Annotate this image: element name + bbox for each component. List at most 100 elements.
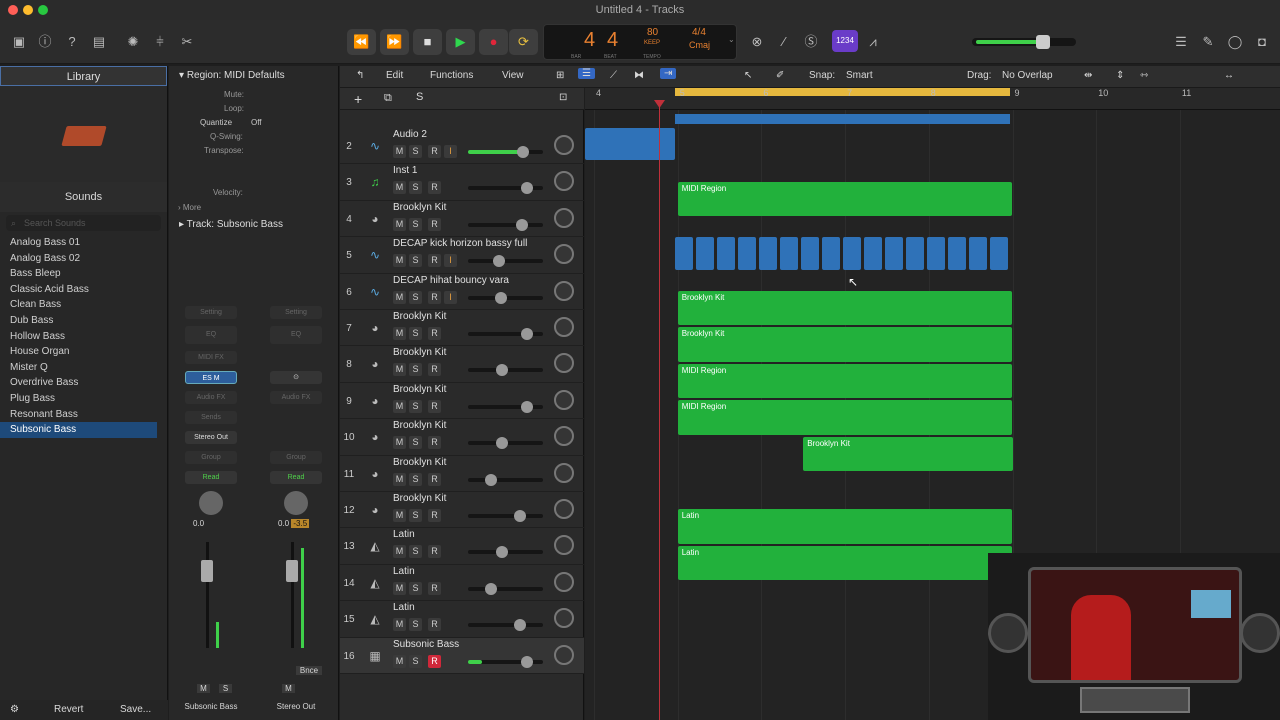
global-solo-icon[interactable]: S [416, 91, 423, 103]
record-enable-button[interactable]: R [428, 654, 441, 668]
mute-button[interactable]: M [393, 399, 406, 413]
cycle-range[interactable] [675, 88, 1010, 96]
track-header[interactable]: 2 ∿ Audio 2 MSRI [340, 128, 584, 165]
record-button[interactable]: ● [479, 29, 508, 55]
mute-button[interactable]: M [393, 581, 406, 595]
pan-knob[interactable] [554, 608, 574, 629]
mute-button[interactable]: M [393, 217, 406, 231]
volume-slider[interactable] [468, 218, 543, 231]
midi-region[interactable]: MIDI Region [677, 400, 1013, 435]
mute-button[interactable]: M [393, 654, 406, 668]
audio-region[interactable] [990, 237, 1008, 270]
rewind-button[interactable]: ⏪ [347, 29, 376, 55]
eq-slot[interactable]: EQ [185, 326, 237, 344]
solo-button[interactable]: S [409, 581, 422, 595]
pan-knob[interactable] [554, 644, 574, 665]
record-enable-button[interactable]: R [428, 472, 441, 486]
fit-horizontal-icon[interactable]: ⇿ [1140, 70, 1148, 81]
audio-region[interactable] [822, 237, 840, 270]
audio-region[interactable] [906, 237, 924, 270]
audio-region[interactable] [696, 237, 714, 270]
mute-button[interactable]: M [393, 363, 406, 377]
solo-button[interactable]: S [219, 684, 232, 693]
solo-button[interactable]: S [409, 472, 422, 486]
solo-button[interactable]: S [409, 654, 422, 668]
audio-region[interactable] [864, 237, 882, 270]
track-header[interactable]: 9 ◕ Brooklyn Kit M S R [340, 383, 584, 420]
solo-button[interactable]: S [409, 545, 422, 559]
track-header[interactable]: 5 ∿ DECAP kick horizon bassy full M S R I [340, 237, 584, 274]
sound-item[interactable]: Overdrive Bass [0, 375, 157, 391]
mute-button[interactable]: M [393, 290, 406, 304]
pan-knob[interactable] [554, 499, 574, 519]
percussion-icon[interactable]: ◭ [364, 536, 386, 556]
master-volume-knob[interactable] [1036, 35, 1050, 49]
volume-slider[interactable] [468, 655, 543, 668]
sound-item[interactable]: Plug Bass [0, 391, 157, 407]
solo-button[interactable]: S [409, 327, 422, 340]
volume-slider[interactable] [468, 619, 543, 632]
solo-button[interactable]: S [409, 509, 422, 522]
zoom-horizontal-icon[interactable]: ↔ [1224, 70, 1234, 81]
audio-region[interactable] [927, 237, 945, 270]
group-slot[interactable]: Group [185, 451, 237, 464]
pan-knob[interactable] [554, 535, 574, 556]
lcd-signature[interactable]: 4/4 [692, 27, 706, 38]
audio-region[interactable] [843, 237, 861, 270]
minimize-window-icon[interactable] [23, 5, 33, 15]
count-in-button[interactable]: 1234 [832, 30, 858, 52]
volume-fader[interactable] [201, 542, 221, 648]
solo-button[interactable]: S [409, 181, 422, 195]
region-inspector-header[interactable]: ▾ Region: MIDI Defaults [169, 66, 339, 86]
snap-select[interactable]: Smart [846, 70, 873, 81]
collapse-icon[interactable]: ⊡ [559, 92, 567, 103]
mute-button[interactable]: M [393, 545, 406, 559]
pencil-tool-icon[interactable]: ✐ [776, 70, 784, 81]
solo-button[interactable]: S [409, 254, 422, 268]
sound-item[interactable]: Hollow Bass [0, 329, 157, 345]
volume-value-text[interactable]: 0.0 [278, 519, 289, 528]
track-name[interactable]: Inst 1 [393, 165, 417, 176]
solo-icon[interactable]: Ⓢ [800, 31, 822, 53]
balance-knob[interactable] [284, 491, 308, 515]
drummer-icon[interactable]: ◕ [364, 500, 386, 520]
back-icon[interactable]: ↰ [356, 70, 364, 81]
automation-mode[interactable]: Read [185, 471, 237, 484]
music-note-icon[interactable]: ♫ [364, 172, 386, 192]
mute-button[interactable]: M [393, 145, 406, 158]
midi-region[interactable]: Latin [677, 509, 1013, 544]
track-name[interactable]: Brooklyn Kit [393, 347, 446, 358]
pan-knob[interactable] [554, 353, 574, 374]
volume-value[interactable]: 0.0 [193, 519, 243, 528]
smart-controls-icon[interactable]: ✺ [122, 31, 144, 53]
audio-region[interactable] [780, 237, 798, 270]
master-volume-slider[interactable] [972, 35, 1076, 49]
track-name[interactable]: Latin [393, 529, 415, 540]
sends-slot[interactable]: Sends [185, 411, 237, 424]
volume-knob[interactable] [513, 619, 526, 632]
midi-region[interactable]: MIDI Region [677, 363, 1013, 399]
volume-slider[interactable] [468, 255, 543, 268]
sound-item[interactable]: Analog Bass 02 [0, 251, 157, 267]
track-name[interactable]: Brooklyn Kit [393, 311, 446, 322]
solo-button[interactable]: S [409, 399, 422, 413]
output-slot[interactable]: Stereo Out [185, 431, 237, 444]
track-name[interactable]: DECAP hihat bouncy vara [393, 275, 509, 286]
track-name[interactable]: Brooklyn Kit [393, 384, 446, 395]
mute-button[interactable]: M [282, 684, 295, 693]
mute-button[interactable]: M [393, 509, 406, 522]
waveform-zoom-icon[interactable]: ⇹ [1084, 70, 1092, 81]
pointer-tool-icon[interactable]: ↖ [744, 70, 752, 81]
audio-region[interactable] [885, 237, 903, 270]
volume-knob[interactable] [496, 546, 508, 559]
audio-region[interactable] [585, 128, 675, 160]
view-menu[interactable]: View [502, 70, 524, 81]
catch-icon[interactable]: ⇥ [660, 68, 677, 79]
record-enable-button[interactable]: R [428, 181, 441, 195]
pan-knob[interactable] [554, 426, 574, 447]
drummer-icon[interactable]: ◕ [364, 464, 386, 484]
record-enable-button[interactable]: R [428, 363, 441, 377]
mixer-icon[interactable]: ⫩ [149, 31, 171, 53]
drummer-icon[interactable]: ◕ [364, 318, 386, 338]
pan-knob[interactable] [554, 171, 574, 192]
